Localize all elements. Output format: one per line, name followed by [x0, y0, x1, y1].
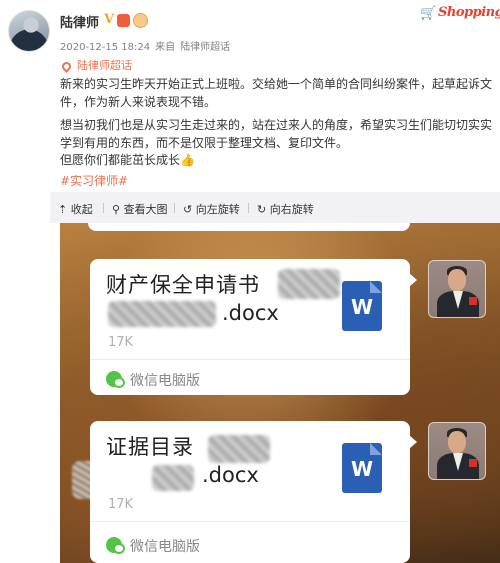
- chaohua-link[interactable]: 陆律师超话: [60, 57, 132, 73]
- redaction-blur: [108, 301, 216, 327]
- verified-v-icon: V: [104, 12, 115, 27]
- word-doc-icon: W: [342, 443, 382, 493]
- avatar[interactable]: [8, 10, 50, 52]
- post-paragraph-3: 但愿你们都能茁长成长👍: [60, 153, 195, 167]
- author-name[interactable]: 陆律师: [60, 12, 99, 31]
- file-1-name: 财产保全申请书: [106, 273, 260, 297]
- toolbar-divider: [248, 203, 249, 213]
- rotate-left-button[interactable]: ↺ 向左旋转: [183, 201, 240, 217]
- cart-icon: 🛒: [420, 6, 437, 21]
- bubble-tail: [409, 273, 417, 287]
- location-pin-icon: [60, 59, 73, 73]
- post-paragraph-1: 新来的实习生昨天开始正式上班啦。交给她一个简单的合同纠纷案件，起草起诉文件，作为…: [60, 77, 493, 109]
- rotate-right-label: 向右旋转: [269, 203, 314, 216]
- search-icon: ⚲: [112, 203, 124, 216]
- card-divider: [90, 521, 410, 522]
- sender-avatar-photo: [428, 260, 486, 318]
- wechat-icon: [106, 537, 125, 554]
- rotate-right-icon: ↻: [257, 203, 270, 216]
- file-1-ext: .docx: [222, 301, 279, 325]
- member-badge-icon: [117, 14, 130, 27]
- word-doc-letter: W: [350, 457, 374, 481]
- avatar-badge: [469, 297, 477, 305]
- avatar-head: [448, 269, 466, 291]
- file-card-1: 财产保全申请书 .docx 17K W 微信电脑版: [90, 259, 417, 395]
- toolbar-divider: [103, 203, 104, 213]
- post-image[interactable]: 财产保全申请书 .docx 17K W 微信电脑版 证据目录 .docx 17K…: [60, 223, 500, 563]
- rotate-left-icon: ↺: [183, 203, 196, 216]
- redaction-blur: [208, 435, 270, 463]
- view-large-button[interactable]: ⚲ 查看大图: [112, 201, 168, 217]
- word-doc-letter: W: [350, 295, 374, 319]
- emoji-badge-icon: [133, 13, 148, 28]
- file-1-source: 微信电脑版: [130, 373, 200, 389]
- previous-card-edge: [88, 223, 410, 231]
- file-1-size: 17K: [108, 335, 134, 350]
- rotate-left-label: 向左旋转: [195, 203, 240, 216]
- post-meta: 2020-12-15 18:24 来自 陆律师超话: [60, 38, 235, 53]
- image-toolbar: ⇡ 收起 ⚲ 查看大图 ↺ 向左旋转 ↻ 向右旋转: [50, 192, 500, 223]
- source-prefix: 来自: [155, 42, 176, 53]
- word-doc-icon: W: [342, 281, 382, 331]
- wechat-icon: [106, 371, 125, 388]
- collapse-arrow-icon: ⇡: [58, 203, 71, 216]
- sender-avatar-photo: [428, 422, 486, 480]
- file-2-source: 微信电脑版: [130, 539, 200, 555]
- file-card-2: 证据目录 .docx 17K W 微信电脑版: [90, 421, 417, 563]
- rotate-right-button[interactable]: ↻ 向右旋转: [257, 201, 314, 217]
- chaohua-label[interactable]: 陆律师超话: [77, 59, 132, 72]
- avatar-badge: [469, 459, 477, 467]
- shopping-logo: 🛒 Shopping: [414, 3, 500, 25]
- post-paragraph-2: 想当初我们也是从实习生走过来的，站在过来人的角度，希望实习生们能切切实实学到有用…: [60, 118, 493, 150]
- shopping-logo-text: Shopping: [438, 5, 500, 20]
- file-2-name: 证据目录: [106, 435, 194, 459]
- topic-hashtag[interactable]: #实习律师#: [60, 172, 128, 189]
- redaction-blur: [152, 465, 194, 491]
- avatar-head: [448, 431, 466, 453]
- card-divider: [90, 359, 410, 360]
- file-2-ext: .docx: [202, 463, 259, 487]
- redaction-blur: [278, 269, 340, 299]
- post-timestamp[interactable]: 2020-12-15 18:24: [60, 42, 150, 53]
- bubble-tail: [409, 435, 417, 449]
- view-large-label: 查看大图: [123, 203, 168, 216]
- collapse-label: 收起: [70, 203, 93, 216]
- post-source[interactable]: 陆律师超话: [180, 42, 230, 53]
- collapse-button[interactable]: ⇡ 收起: [58, 201, 93, 217]
- toolbar-divider: [174, 203, 175, 213]
- file-2-size: 17K: [108, 497, 134, 512]
